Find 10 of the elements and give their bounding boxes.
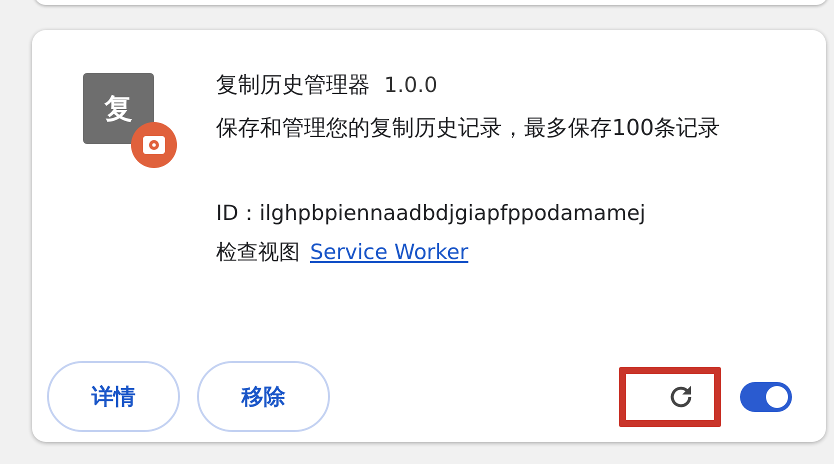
enable-toggle[interactable]	[740, 382, 792, 412]
service-worker-link[interactable]: Service Worker	[310, 232, 468, 272]
extension-id: ID：ilghpbpiennaadbdjgiapfppodamamej	[216, 200, 647, 227]
extension-description: 保存和管理您的复制历史记录，最多保存100条记录	[216, 115, 721, 143]
remove-button[interactable]: 移除	[197, 361, 330, 432]
inspect-views-label: 检查视图	[216, 239, 300, 266]
drive-badge-icon	[131, 122, 177, 168]
extension-name: 复制历史管理器	[216, 72, 370, 100]
extension-version: 1.0.0	[384, 73, 438, 97]
details-button[interactable]: 详情	[47, 361, 180, 432]
